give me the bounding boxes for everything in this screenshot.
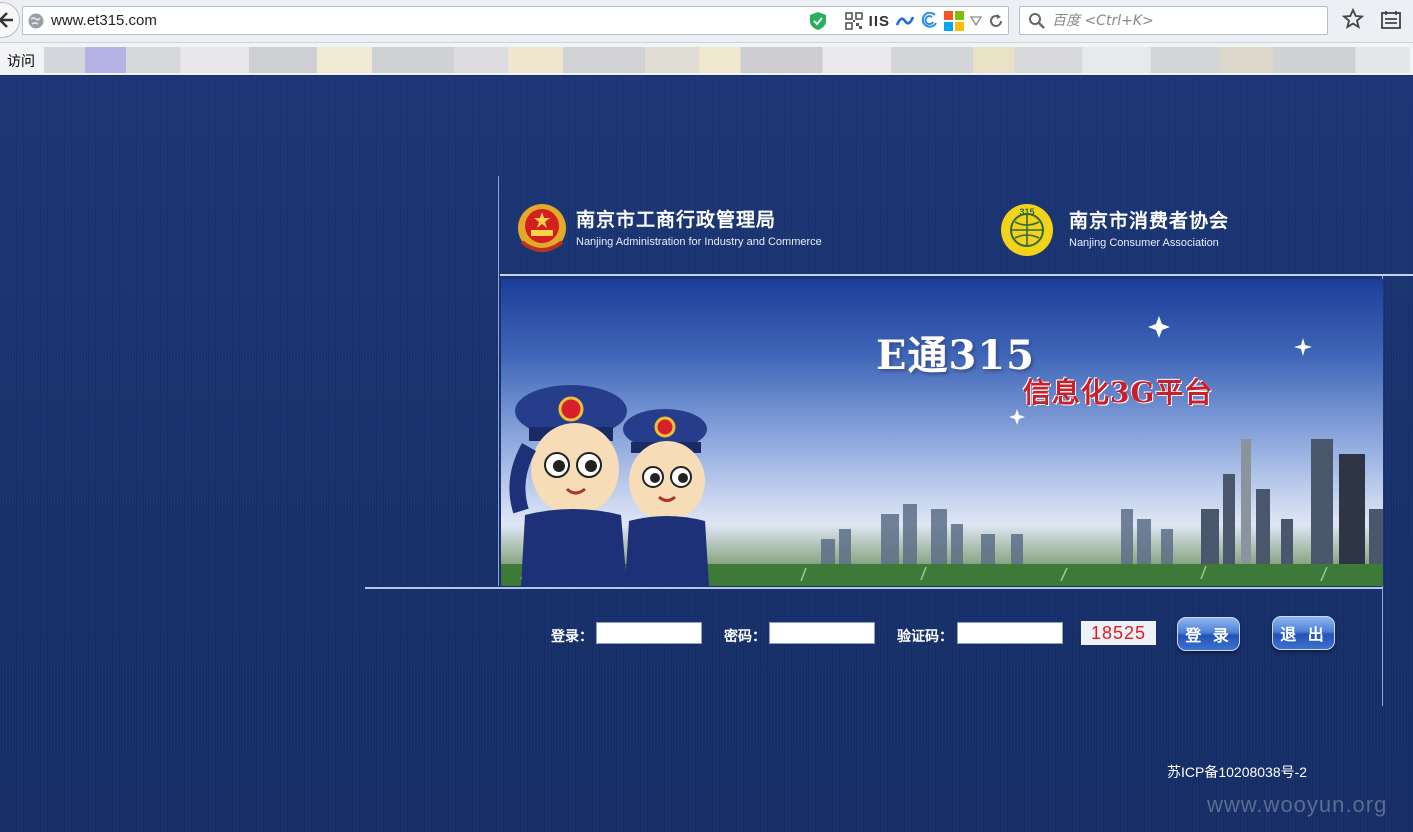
password-input[interactable] xyxy=(769,622,875,644)
back-button[interactable] xyxy=(0,2,20,38)
header-separator xyxy=(500,274,1413,276)
url-text: www.et315.com xyxy=(51,12,157,29)
globe-icon xyxy=(28,13,44,29)
left-org-english: Nanjing Administration for Industry and … xyxy=(576,236,822,248)
captcha-image[interactable]: 18525 xyxy=(1081,621,1156,645)
username-label: 登录： xyxy=(551,629,593,645)
search-box[interactable] xyxy=(1019,6,1328,35)
left-divider-line xyxy=(498,176,499,586)
address-bar-icons: IIS xyxy=(809,11,1004,31)
banner-subtitle: 信息化3G平台 xyxy=(1023,376,1214,409)
windows-logo-icon[interactable] xyxy=(944,11,964,31)
svg-text:315: 315 xyxy=(1019,207,1034,217)
bookmarks-bar: 访问 xyxy=(0,43,1413,75)
page-body: 南京市工商行政管理局 Nanjing Administration for In… xyxy=(0,76,1413,832)
exit-button[interactable]: 退 出 xyxy=(1272,616,1335,650)
browser-toolbar: www.et315.com IIS xyxy=(0,0,1413,43)
watermark-text: www.wooyun.org xyxy=(1207,792,1388,817)
banner-bottom-line xyxy=(365,587,1383,589)
qr-code-icon[interactable] xyxy=(844,12,863,30)
captcha-label: 验证码： xyxy=(897,629,953,645)
icp-registration[interactable]: 苏ICP备10208038号-2 xyxy=(1167,762,1307,782)
hero-banner: E通315 信息化3G平台 xyxy=(501,279,1383,586)
dropdown-arrow-icon[interactable] xyxy=(970,16,982,26)
left-org-name: 南京市工商行政管理局 xyxy=(576,209,777,231)
iis-label: IIS xyxy=(868,12,890,30)
wave-logo-icon[interactable] xyxy=(896,14,914,28)
officer-cartoon-2 xyxy=(623,409,709,586)
left-org: 南京市工商行政管理局 Nanjing Administration for In… xyxy=(516,202,822,256)
bookmarks-menu-icon[interactable] xyxy=(1380,9,1402,31)
login-button[interactable]: 登 录 xyxy=(1177,617,1240,651)
search-icon xyxy=(1029,13,1045,29)
captcha-input[interactable] xyxy=(957,622,1063,644)
consumer-association-logo-icon: 315 xyxy=(1001,204,1053,256)
password-label: 密码： xyxy=(724,629,766,645)
address-bar[interactable]: www.et315.com IIS xyxy=(22,6,1009,35)
swirl-logo-icon[interactable] xyxy=(920,12,938,30)
shield-check-icon[interactable] xyxy=(809,11,827,31)
bookmark-star-icon[interactable] xyxy=(1342,8,1364,30)
right-org-name: 南京市消费者协会 xyxy=(1069,210,1230,232)
right-org-english: Nanjing Consumer Association xyxy=(1069,237,1219,249)
right-org: 315 南京市消费者协会 Nanjing Consumer Associatio… xyxy=(999,203,1229,257)
blurred-bookmarks xyxy=(44,47,1410,73)
back-arrow-icon xyxy=(0,12,13,28)
officer-cartoon-1 xyxy=(509,385,627,586)
banner-title: E通315 xyxy=(876,332,1035,379)
national-emblem-icon xyxy=(518,204,566,252)
username-input[interactable] xyxy=(596,622,702,644)
reload-icon[interactable] xyxy=(988,13,1004,29)
bookmark-visit-label[interactable]: 访问 xyxy=(7,51,35,71)
search-input[interactable] xyxy=(1050,10,1324,32)
